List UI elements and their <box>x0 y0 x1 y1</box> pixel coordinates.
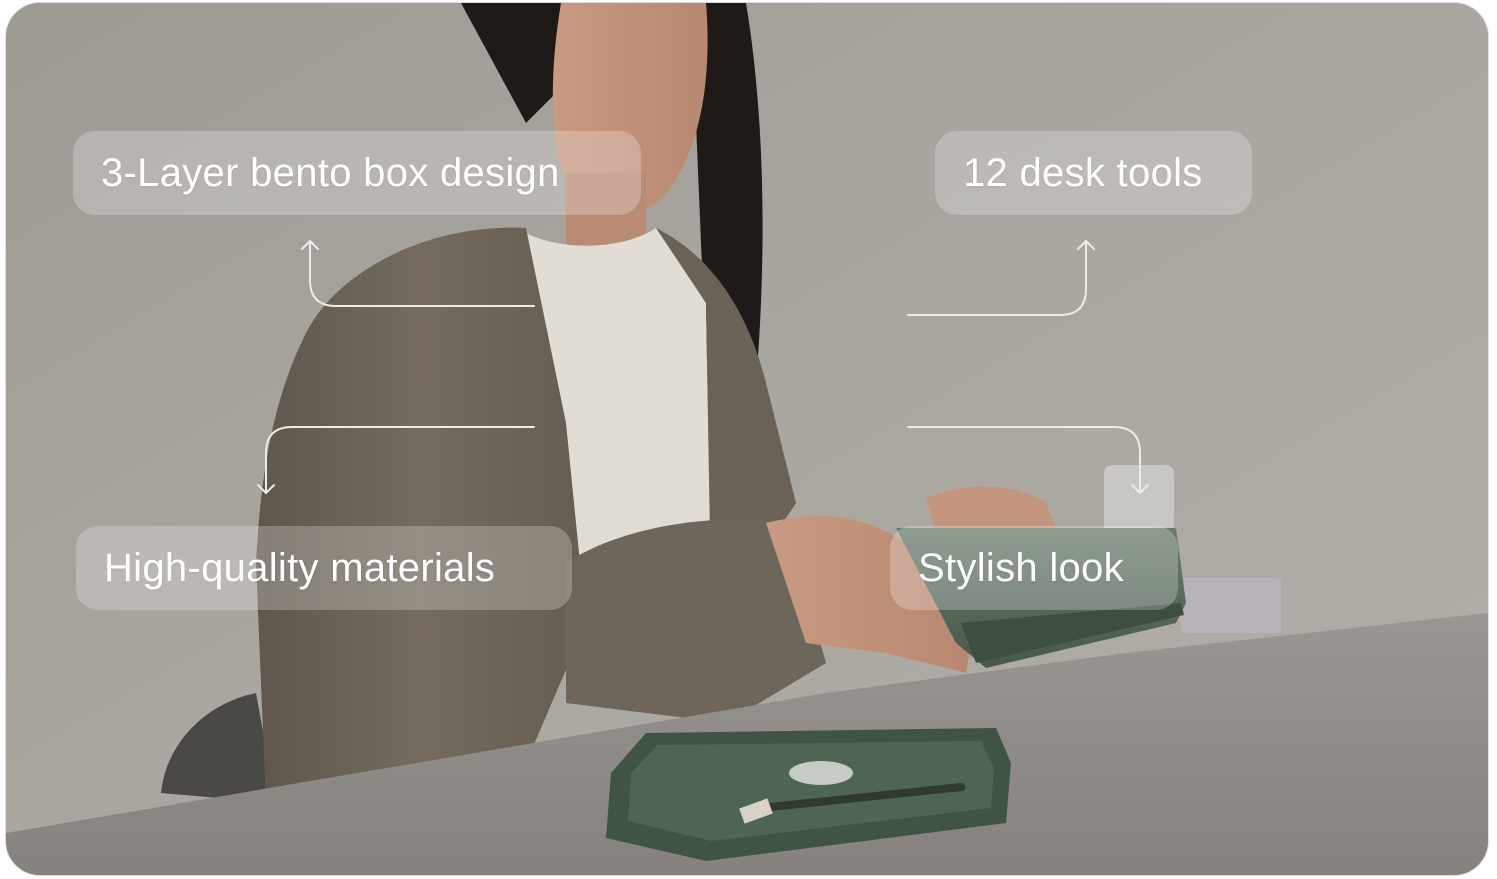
feature-label-materials: High-quality materials <box>76 526 572 610</box>
product-feature-card: 3-Layer bento box design 12 desk tools H… <box>6 3 1488 875</box>
tape-roll <box>789 761 853 785</box>
background-books <box>1181 578 1281 633</box>
feature-label-stylish-look: Stylish look <box>890 526 1178 610</box>
feature-label-bento-box: 3-Layer bento box design <box>73 131 641 215</box>
feature-label-desk-tools: 12 desk tools <box>935 131 1252 215</box>
